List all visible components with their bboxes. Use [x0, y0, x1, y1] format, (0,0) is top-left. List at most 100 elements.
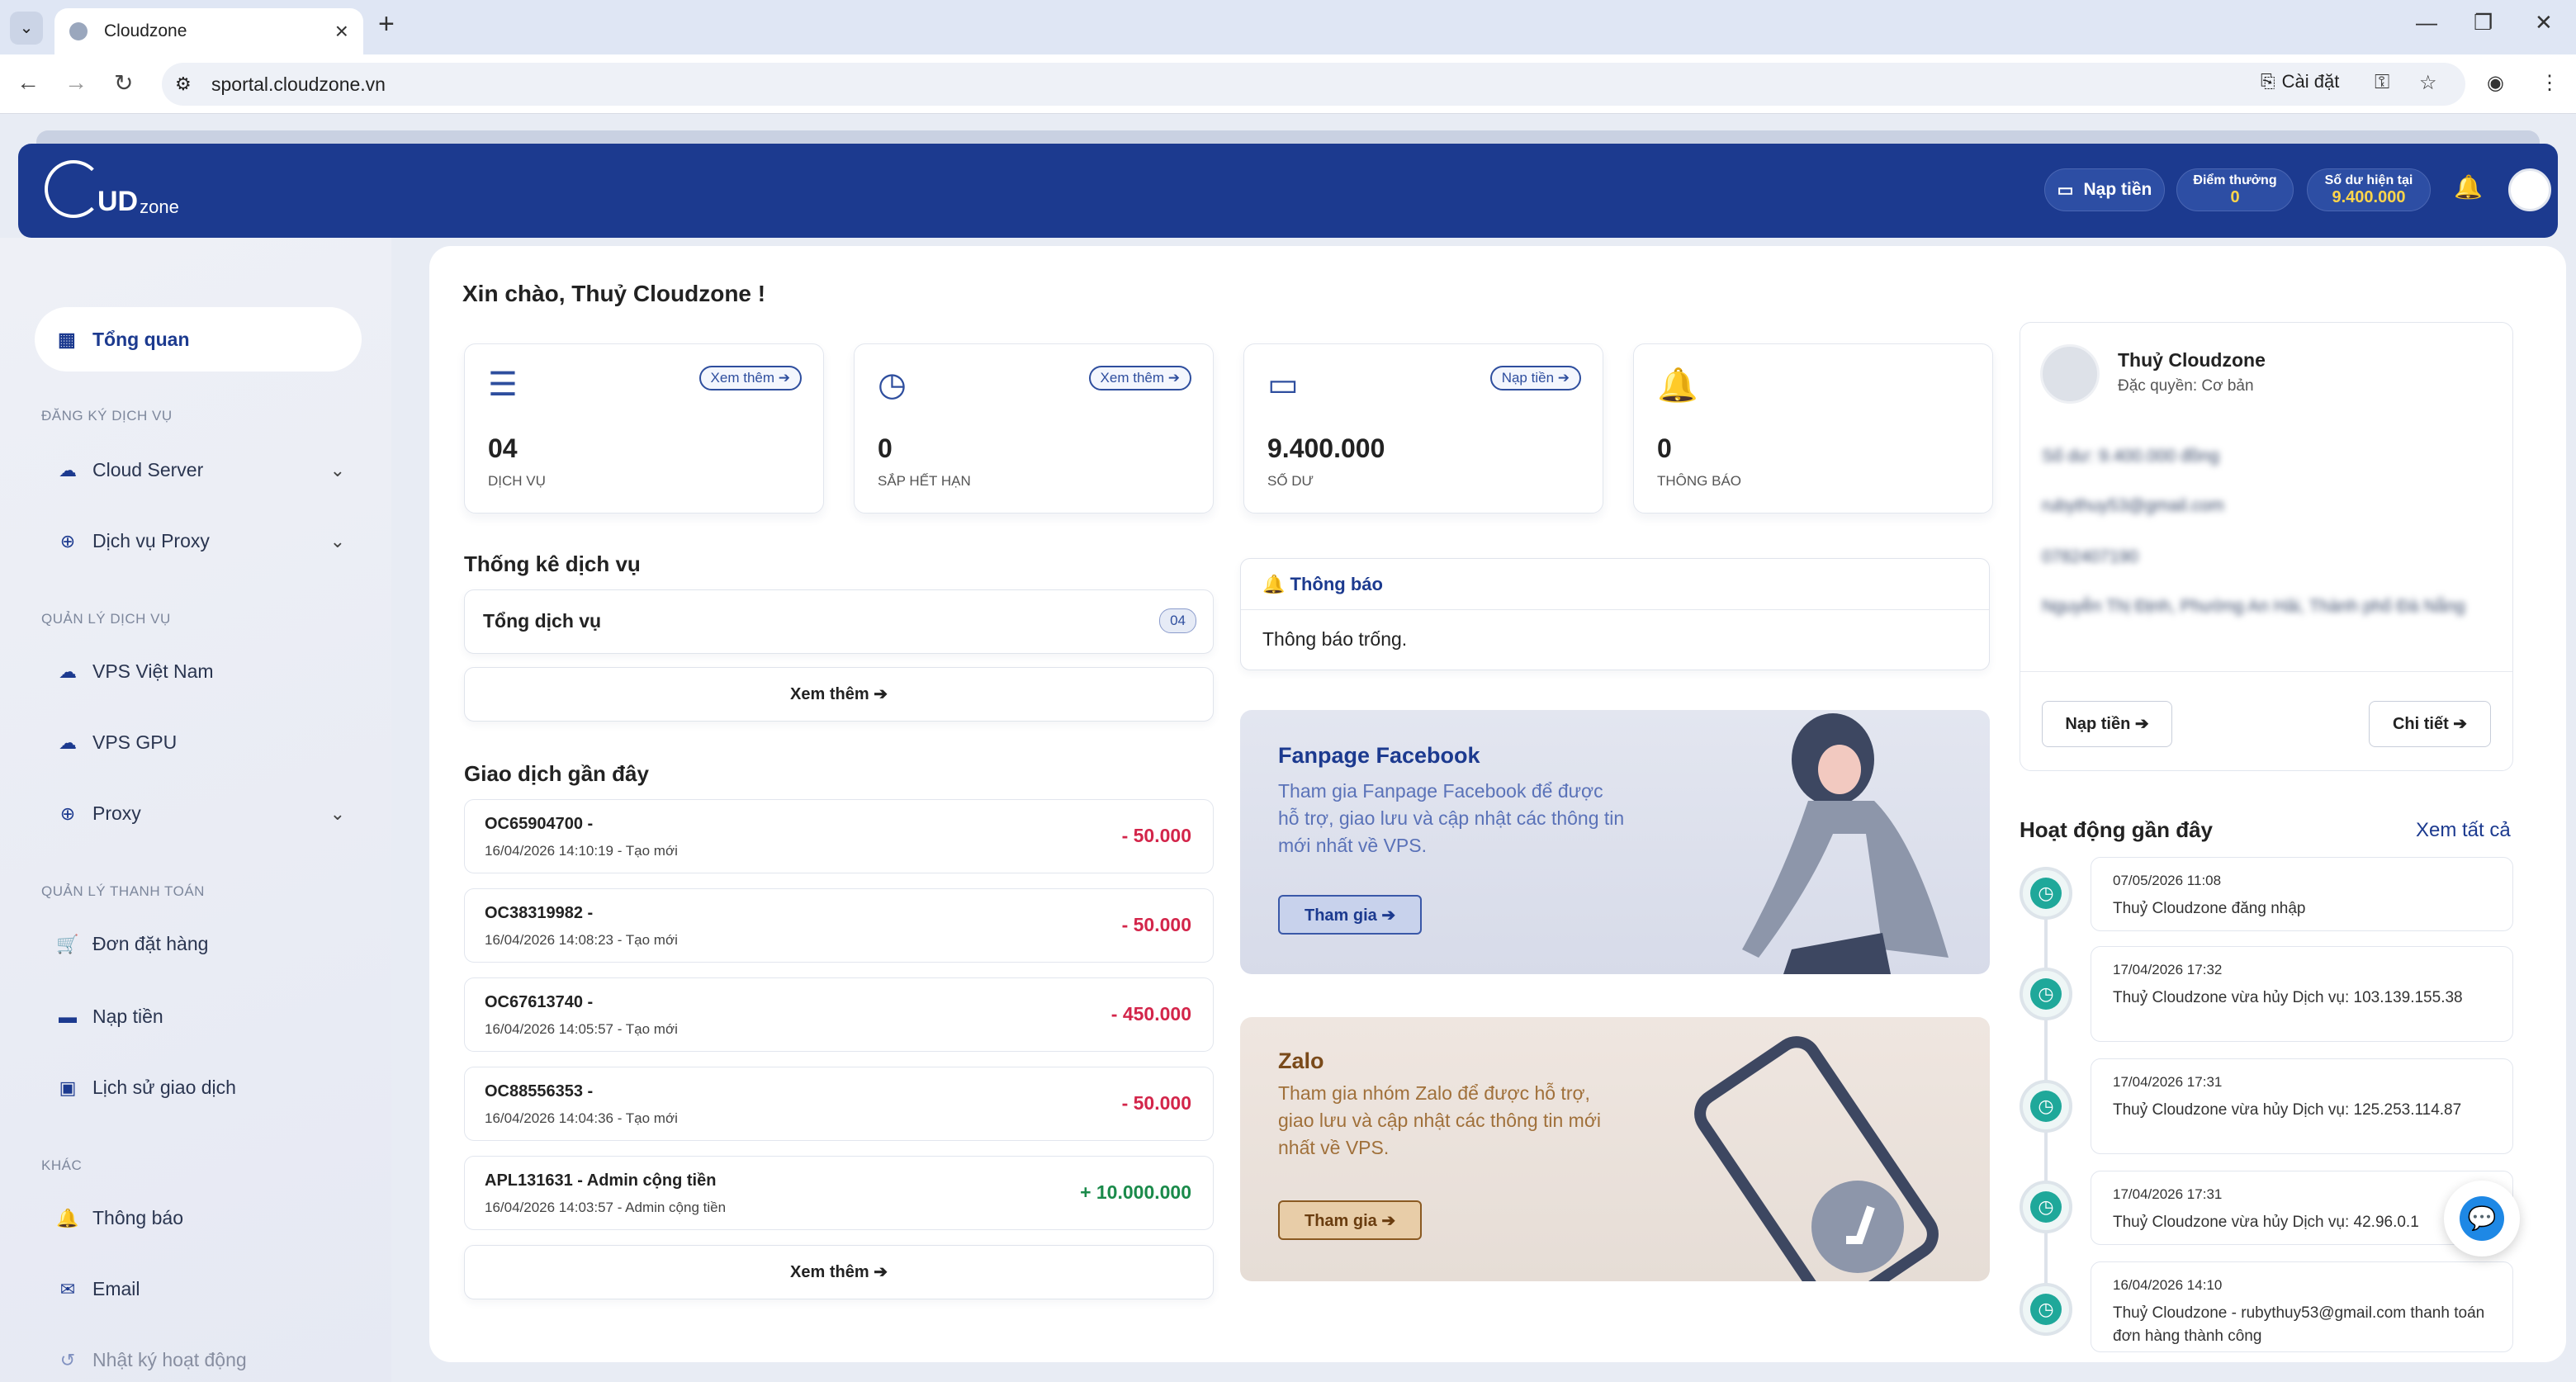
sidebar-item-proxy-service[interactable]: ⊕ Dịch vụ Proxy ⌄: [56, 530, 345, 552]
activity-view-all-link[interactable]: Xem tất cả: [2416, 819, 2511, 842]
reload-icon[interactable]: ↻: [114, 69, 133, 97]
table-row[interactable]: OC88556353 - 16/04/2026 14:04:36 - Tạo m…: [464, 1067, 1214, 1141]
points-value: 0: [2230, 187, 2240, 206]
close-tab-icon[interactable]: ×: [335, 18, 348, 45]
card-expiring: ◷ Xem thêm ➔ 0 SẮP HẾT HẠN: [854, 343, 1214, 514]
table-row[interactable]: OC38319982 - 16/04/2026 14:08:23 - Tạo m…: [464, 888, 1214, 963]
globe-icon: ⊕: [59, 530, 76, 551]
logo-ring-icon: [45, 160, 102, 218]
tx-date: 16/04/2026 14:08:23 - Tạo mới: [485, 932, 678, 948]
list-item: 16/04/2026 14:10 Thuỷ Cloudzone - rubyth…: [2091, 1261, 2513, 1352]
history-icon: ↺: [59, 1349, 76, 1370]
tx-date: 16/04/2026 14:04:36 - Tạo mới: [485, 1110, 678, 1126]
profile-detail-button[interactable]: Chi tiết ➔: [2369, 701, 2491, 747]
woman-illustration: [1742, 713, 1949, 974]
profile-name: Thuỷ Cloudzone: [2118, 349, 2266, 371]
minimize-icon[interactable]: —: [2416, 10, 2437, 35]
bookmark-star-icon[interactable]: ☆: [2419, 71, 2437, 95]
install-button[interactable]: ⎘ Cài đặt: [2261, 71, 2339, 92]
header-naptien-button[interactable]: ▭ Nạp tiền: [2044, 168, 2165, 211]
card-notifications-label: THÔNG BÁO: [1657, 473, 1742, 489]
profile-avatar: [2040, 344, 2100, 404]
transactions-see-more-button[interactable]: Xem thêm ➔: [464, 1245, 1214, 1299]
site-header: UD zone ▭ Nạp tiền Điểm thưởng 0 Số dư h…: [18, 144, 2558, 238]
sidebar-item-transaction-history[interactable]: ▣ Lịch sử giao dịch: [56, 1077, 345, 1099]
header-bell-icon[interactable]: 🔔: [2454, 173, 2483, 201]
card-expiring-more-button[interactable]: Xem thêm ➔: [1088, 366, 1191, 390]
forward-icon[interactable]: →: [64, 69, 88, 96]
activity-clock-icon: ◷: [2020, 1181, 2072, 1233]
chat-widget-button[interactable]: 💬: [2444, 1181, 2520, 1257]
sidebar-active-label: Tổng quan: [92, 328, 190, 350]
cloud-icon: ☁: [59, 660, 77, 682]
zalo-desc: Tham gia nhóm Zalo để được hỗ trợ, giao …: [1278, 1082, 1602, 1158]
install-icon: ⎘: [2261, 71, 2275, 92]
activity-text: Thuỷ Cloudzone vừa hủy Dịch vụ: 125.253.…: [2113, 1101, 2462, 1119]
sidebar-item-proxy[interactable]: ⊕ Proxy ⌄: [56, 802, 345, 825]
cloudzone-logo[interactable]: UD zone: [45, 160, 179, 218]
profile-deposit-button[interactable]: Nạp tiền ➔: [2042, 701, 2172, 747]
sidebar-item-notifications[interactable]: 🔔 Thông báo: [56, 1207, 345, 1229]
install-label: Cài đặt: [2281, 71, 2340, 92]
tx-amount: - 450.000: [1110, 1003, 1191, 1025]
points-badge[interactable]: Điểm thưởng 0: [2176, 168, 2294, 211]
sidebar-item-overview[interactable]: ▦ Tổng quan: [35, 307, 362, 372]
table-row[interactable]: OC67613740 - 16/04/2026 14:05:57 - Tạo m…: [464, 977, 1214, 1052]
site-info-icon[interactable]: ⚙: [175, 73, 192, 95]
password-key-icon[interactable]: ⚿: [2375, 71, 2389, 94]
header-avatar[interactable]: [2508, 168, 2551, 211]
sidebar-label: VPS Việt Nam: [92, 660, 214, 682]
restore-icon[interactable]: ❐: [2474, 10, 2493, 35]
card-services-more-button[interactable]: Xem thêm ➔: [698, 366, 802, 390]
tx-date: 16/04/2026 14:10:19 - Tạo mới: [485, 843, 678, 859]
table-row[interactable]: APL131631 - Admin cộng tiền 16/04/2026 1…: [464, 1156, 1214, 1230]
logo-small: zone: [140, 196, 179, 217]
facebook-title: Fanpage Facebook: [1278, 743, 1480, 768]
card-balance-value: 9.400.000: [1267, 433, 1385, 463]
wallet-icon: ▭: [2057, 180, 2074, 200]
bell-icon: 🔔: [1262, 574, 1286, 594]
chevron-down-icon: ⌄: [329, 530, 345, 551]
url-field[interactable]: ⚙ sportal.cloudzone.vn: [162, 63, 2465, 106]
table-row[interactable]: OC65904700 - 16/04/2026 14:10:19 - Tạo m…: [464, 799, 1214, 873]
facebook-join-button[interactable]: Tham gia ➔: [1278, 895, 1423, 935]
notifications-panel: 🔔 Thông báo Thông báo trống.: [1240, 558, 1990, 670]
sidebar-label: Cloud Server: [92, 459, 204, 480]
tab-title: Cloudzone: [104, 21, 187, 40]
browser-tab[interactable]: Cloudzone ×: [54, 8, 363, 54]
globe-icon: ⊕: [59, 802, 76, 824]
back-icon[interactable]: ←: [17, 69, 40, 96]
menu-kebab-icon[interactable]: ⋮: [2540, 71, 2559, 95]
sidebar-item-vps-vietnam[interactable]: ☁ VPS Việt Nam: [56, 660, 345, 683]
sidebar-item-activity-log[interactable]: ↺ Nhật ký hoạt động: [56, 1349, 345, 1371]
activity-date: 07/05/2026 11:08: [2113, 873, 2222, 888]
bell-icon: 🔔: [1657, 367, 1698, 404]
sidebar-label: Thông báo: [92, 1207, 183, 1228]
total-services-badge: 04: [1159, 608, 1196, 633]
activity-date: 17/04/2026 17:32: [2113, 962, 2223, 977]
close-window-icon[interactable]: ✕: [2535, 10, 2553, 35]
sidebar-label: Nhật ký hoạt động: [92, 1349, 247, 1370]
balance-badge[interactable]: Số dư hiện tại 9.400.000: [2307, 168, 2431, 211]
sidebar-item-deposit[interactable]: ▬ Nạp tiền: [56, 1006, 345, 1028]
total-services-label: Tổng dịch vụ: [483, 610, 602, 632]
list-item: 07/05/2026 11:08 Thuỷ Cloudzone đăng nhậ…: [2091, 857, 2513, 931]
sidebar-section-manage: QUẢN LÝ DỊCH VỤ: [41, 611, 171, 627]
profile-divider: [2020, 671, 2512, 672]
tab-search-dropdown[interactable]: ⌄: [10, 12, 43, 45]
favicon-icon: [69, 22, 88, 40]
activity-text: Thuỷ Cloudzone vừa hủy Dịch vụ: 103.139.…: [2113, 989, 2463, 1006]
sidebar-label: Đơn đặt hàng: [92, 933, 209, 954]
sidebar-label: Dịch vụ Proxy: [92, 530, 210, 551]
profile-icon[interactable]: ◉: [2487, 71, 2504, 95]
tx-id: APL131631 - Admin cộng tiền: [485, 1171, 717, 1190]
sidebar-item-email[interactable]: ✉ Email: [56, 1278, 345, 1300]
zalo-join-button[interactable]: Tham gia ➔: [1278, 1200, 1423, 1240]
sidebar-item-cloud-server[interactable]: ☁ Cloud Server ⌄: [56, 459, 345, 481]
profile-address-blurred: Nguyễn Thị Định, Phường An Hải, Thành ph…: [2042, 597, 2465, 616]
card-balance-deposit-button[interactable]: Nạp tiền ➔: [1489, 366, 1581, 390]
new-tab-button[interactable]: +: [378, 8, 395, 40]
sidebar-item-orders[interactable]: 🛒 Đơn đặt hàng: [56, 933, 345, 955]
stats-see-more-button[interactable]: Xem thêm ➔: [464, 667, 1214, 722]
sidebar-item-vps-gpu[interactable]: ☁ VPS GPU: [56, 731, 345, 754]
